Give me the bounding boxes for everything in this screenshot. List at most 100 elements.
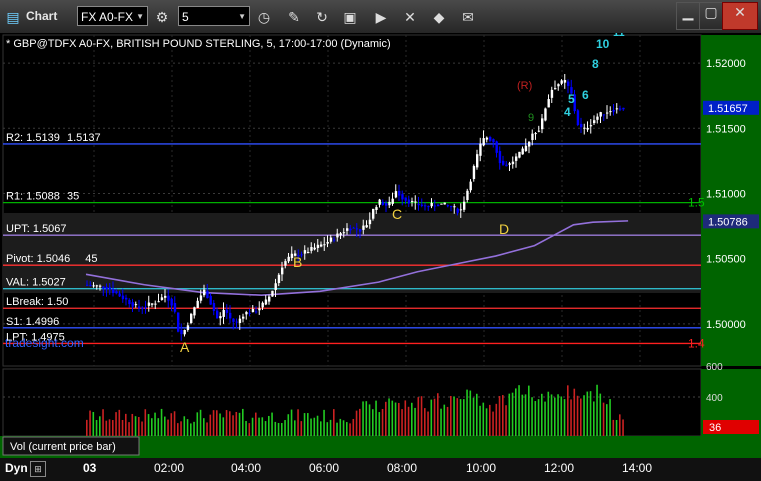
close-button[interactable]: ✕ xyxy=(722,2,758,30)
volume-bar xyxy=(427,411,429,436)
volume-bar xyxy=(115,412,117,436)
volume-bar xyxy=(313,417,316,436)
minimize-button[interactable]: ▁ xyxy=(676,2,700,30)
candle-body xyxy=(245,312,248,315)
volume-bar xyxy=(121,419,124,436)
volume-bar xyxy=(391,400,394,436)
candle-body xyxy=(180,329,183,335)
candle-body xyxy=(212,303,216,311)
volume-bar xyxy=(268,415,270,436)
volume-bar xyxy=(225,410,228,436)
candle-body xyxy=(619,108,622,110)
candle-body xyxy=(394,191,398,198)
maximize-button[interactable]: ▢ xyxy=(699,2,723,30)
volume-bar xyxy=(602,402,605,436)
zoom-icon[interactable]: ⊞ xyxy=(30,461,46,477)
price-panel[interactable] xyxy=(2,34,702,367)
volume-bar xyxy=(433,398,436,436)
volume-bar xyxy=(287,414,290,436)
count-label-9: 9 xyxy=(528,112,534,124)
volume-bar xyxy=(281,423,283,436)
candle-body xyxy=(375,207,378,210)
clock-icon[interactable]: ◷ xyxy=(255,8,273,26)
volume-bar xyxy=(615,419,618,436)
volume-bar xyxy=(609,399,611,436)
time-tick-0800: 08:00 xyxy=(387,461,418,475)
candle-body xyxy=(450,205,453,207)
candle-body xyxy=(554,88,557,90)
chart-area[interactable]: R2: 1.5139 1.5137 R1: 1.5088 35 UPT: 1.5067 P… xyxy=(0,33,761,458)
volume-bar xyxy=(508,393,511,436)
volume-bar xyxy=(277,422,280,436)
tag-icon[interactable]: ◆ xyxy=(430,8,448,26)
candle-body xyxy=(433,205,437,207)
candle-body xyxy=(528,141,531,147)
volume-bar xyxy=(450,396,452,436)
candle-body xyxy=(482,138,485,146)
symbol-combo[interactable]: FX A0-FX ▼ xyxy=(77,6,148,26)
interval-combo[interactable]: 5 ▼ xyxy=(178,6,250,26)
volume-bar xyxy=(424,408,426,436)
pencil-icon[interactable]: ✎ xyxy=(285,8,303,26)
volume-bar xyxy=(349,423,351,436)
volume-bar xyxy=(329,419,332,436)
volume-tick-600: 600 xyxy=(706,362,723,373)
candle-body xyxy=(476,154,479,168)
candle-body xyxy=(544,108,547,121)
volume-bar xyxy=(242,408,244,436)
volume-bar xyxy=(456,398,459,436)
candle-body xyxy=(271,290,274,297)
volume-bar xyxy=(235,411,238,436)
volume-bar xyxy=(567,385,569,436)
count-label-4: 4 xyxy=(564,105,571,119)
volume-panel-label-front: Vol (current price bar) xyxy=(10,441,116,453)
volume-bar xyxy=(141,421,143,436)
volume-bar xyxy=(580,398,582,436)
candle-body xyxy=(102,286,105,289)
symbol-settings-icon[interactable]: ⚙ xyxy=(153,8,171,26)
candle-body xyxy=(95,285,99,287)
volume-bar xyxy=(346,422,348,436)
volume-bar xyxy=(177,423,179,436)
volume-bar xyxy=(251,417,254,436)
volume-bar xyxy=(469,390,472,436)
candle-body xyxy=(580,123,583,128)
volume-bar xyxy=(264,421,267,436)
candle-body xyxy=(368,219,372,225)
candle-body xyxy=(407,199,411,204)
candle-body xyxy=(203,289,206,296)
volume-bar xyxy=(258,417,260,436)
candle-body xyxy=(401,194,404,200)
candle-body xyxy=(222,309,225,317)
candle-body xyxy=(463,201,466,210)
volume-bar xyxy=(560,396,563,436)
volume-bar xyxy=(537,399,540,436)
candle-body xyxy=(268,296,271,302)
candle-body xyxy=(524,145,528,152)
volume-bar xyxy=(378,412,381,436)
volume-bar xyxy=(339,418,342,436)
volume-bar xyxy=(557,394,559,436)
volume-bar xyxy=(573,388,576,436)
dyn-mode-label[interactable]: Dyn xyxy=(5,461,28,475)
refresh-icon[interactable]: ↻ xyxy=(313,8,331,26)
candle-body xyxy=(307,252,310,254)
volume-bar xyxy=(485,408,488,436)
r1-edge-label: 1.5 xyxy=(688,196,705,210)
message-icon[interactable]: ✉ xyxy=(459,8,477,26)
candle-body xyxy=(414,201,417,203)
price-tick-label: 1.51000 xyxy=(706,188,746,200)
candle-body xyxy=(232,318,235,322)
play-icon[interactable]: ▶ xyxy=(372,8,390,26)
volume-bar xyxy=(131,413,134,436)
candle-body xyxy=(141,308,144,310)
volume-bar xyxy=(394,402,397,436)
toolbar: ▤ Chart FX A0-FX ▼ ⚙ 5 ▼ ◷ ✎ ↻ ▣ ▶ ✕ ◆ ✉… xyxy=(0,0,761,34)
volume-bar xyxy=(544,401,546,436)
candle-body xyxy=(420,204,424,206)
volume-bar xyxy=(404,400,407,436)
volume-bar xyxy=(453,396,455,436)
price-axis[interactable] xyxy=(701,35,761,366)
cross-icon[interactable]: ✕ xyxy=(401,8,419,26)
quote-icon[interactable]: ▣ xyxy=(341,8,359,26)
